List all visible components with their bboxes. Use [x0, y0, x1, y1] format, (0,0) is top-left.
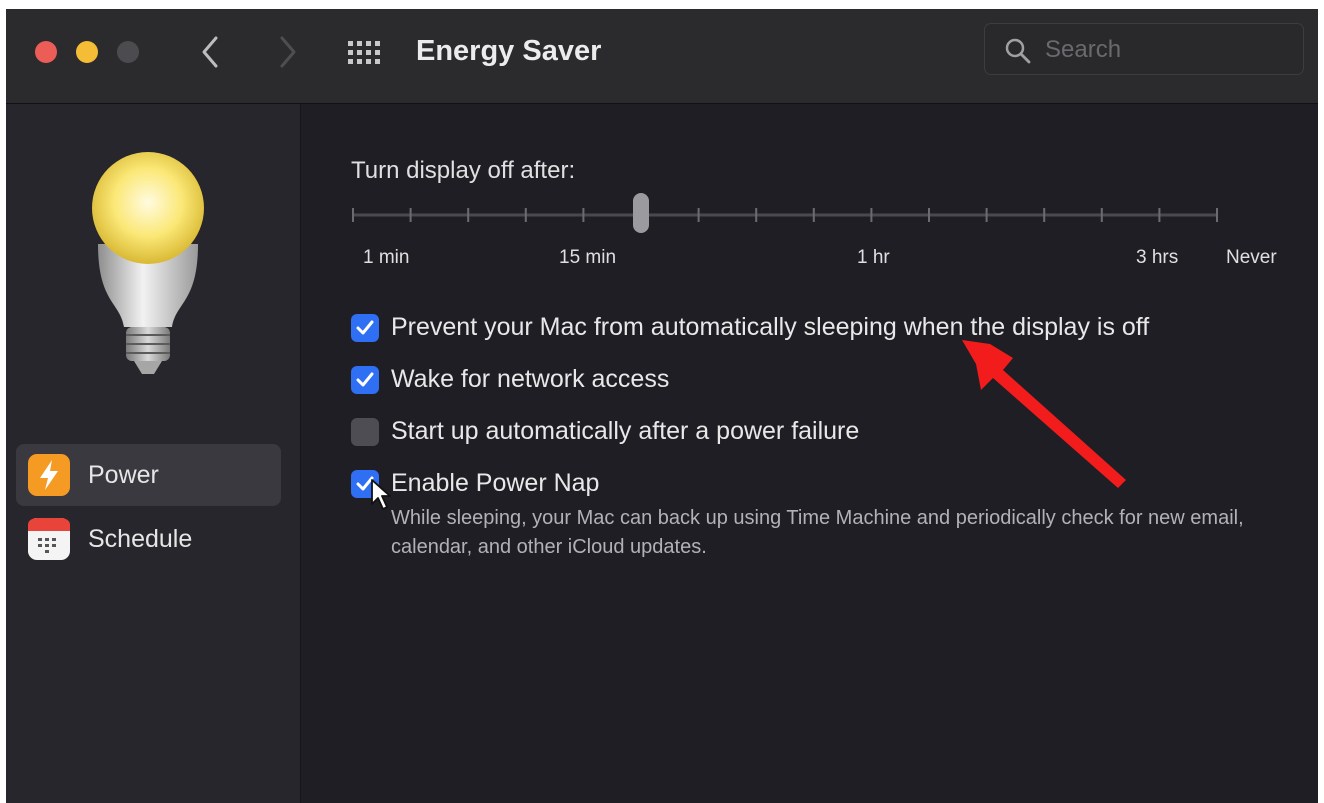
tick-label-1-min: 1 min: [363, 247, 410, 268]
sidebar-item-label: Power: [88, 461, 159, 489]
sidebar-item-power[interactable]: Power: [16, 444, 281, 506]
tick-label-15-min: 15 min: [559, 247, 617, 268]
sidebar: Power Schedule: [6, 104, 301, 803]
tick-label-1-hr: 1 hr: [857, 247, 890, 268]
display-sleep-label: Turn display off after:: [351, 157, 576, 184]
zoom-button[interactable]: [117, 41, 139, 63]
chevron-right-icon: [280, 36, 296, 68]
show-all-button[interactable]: [346, 40, 386, 66]
checkmark-icon: [356, 372, 374, 387]
search-placeholder: Search: [1045, 36, 1122, 63]
back-button[interactable]: [194, 34, 226, 70]
power-pane: Turn display off after: 1 min 15 min 1 h…: [301, 104, 1318, 803]
search-icon: [1005, 38, 1031, 64]
option-label: Start up automatically after a power fai…: [391, 417, 860, 445]
power-bolt-icon: [28, 454, 70, 496]
light-bulb-icon: [92, 152, 204, 374]
mouse-cursor-icon: [371, 479, 391, 510]
forward-button[interactable]: [272, 34, 304, 70]
tick-label-never: Never: [1226, 247, 1277, 268]
calendar-icon: [28, 518, 70, 560]
tick-label-3-hrs: 3 hrs: [1136, 247, 1179, 268]
checkbox-startup-after-power-failure[interactable]: [351, 418, 379, 446]
option-label: Enable Power Nap: [391, 469, 600, 497]
grid-icon: [348, 41, 380, 64]
energy-saver-window: Energy Saver Search Power Schedule Turn …: [6, 9, 1318, 803]
checkmark-icon: [356, 320, 374, 335]
title-bar: Energy Saver Search: [6, 9, 1318, 104]
close-button[interactable]: [35, 41, 57, 63]
power-nap-description: While sleeping, your Mac can back up usi…: [391, 507, 1244, 558]
chevron-left-icon: [202, 36, 218, 68]
slider-thumb[interactable]: [633, 193, 649, 233]
checkbox-wake-network[interactable]: [351, 366, 379, 394]
checkbox-prevent-sleep[interactable]: [351, 314, 379, 342]
sidebar-item-label: Schedule: [88, 525, 193, 553]
sidebar-item-schedule[interactable]: Schedule: [16, 508, 281, 570]
option-label: Prevent your Mac from automatically slee…: [391, 313, 1150, 341]
display-sleep-slider[interactable]: [351, 190, 1231, 240]
minimize-button[interactable]: [76, 41, 98, 63]
option-label: Wake for network access: [391, 365, 670, 393]
window-title: Energy Saver: [416, 35, 602, 67]
search-field[interactable]: Search: [984, 23, 1304, 75]
